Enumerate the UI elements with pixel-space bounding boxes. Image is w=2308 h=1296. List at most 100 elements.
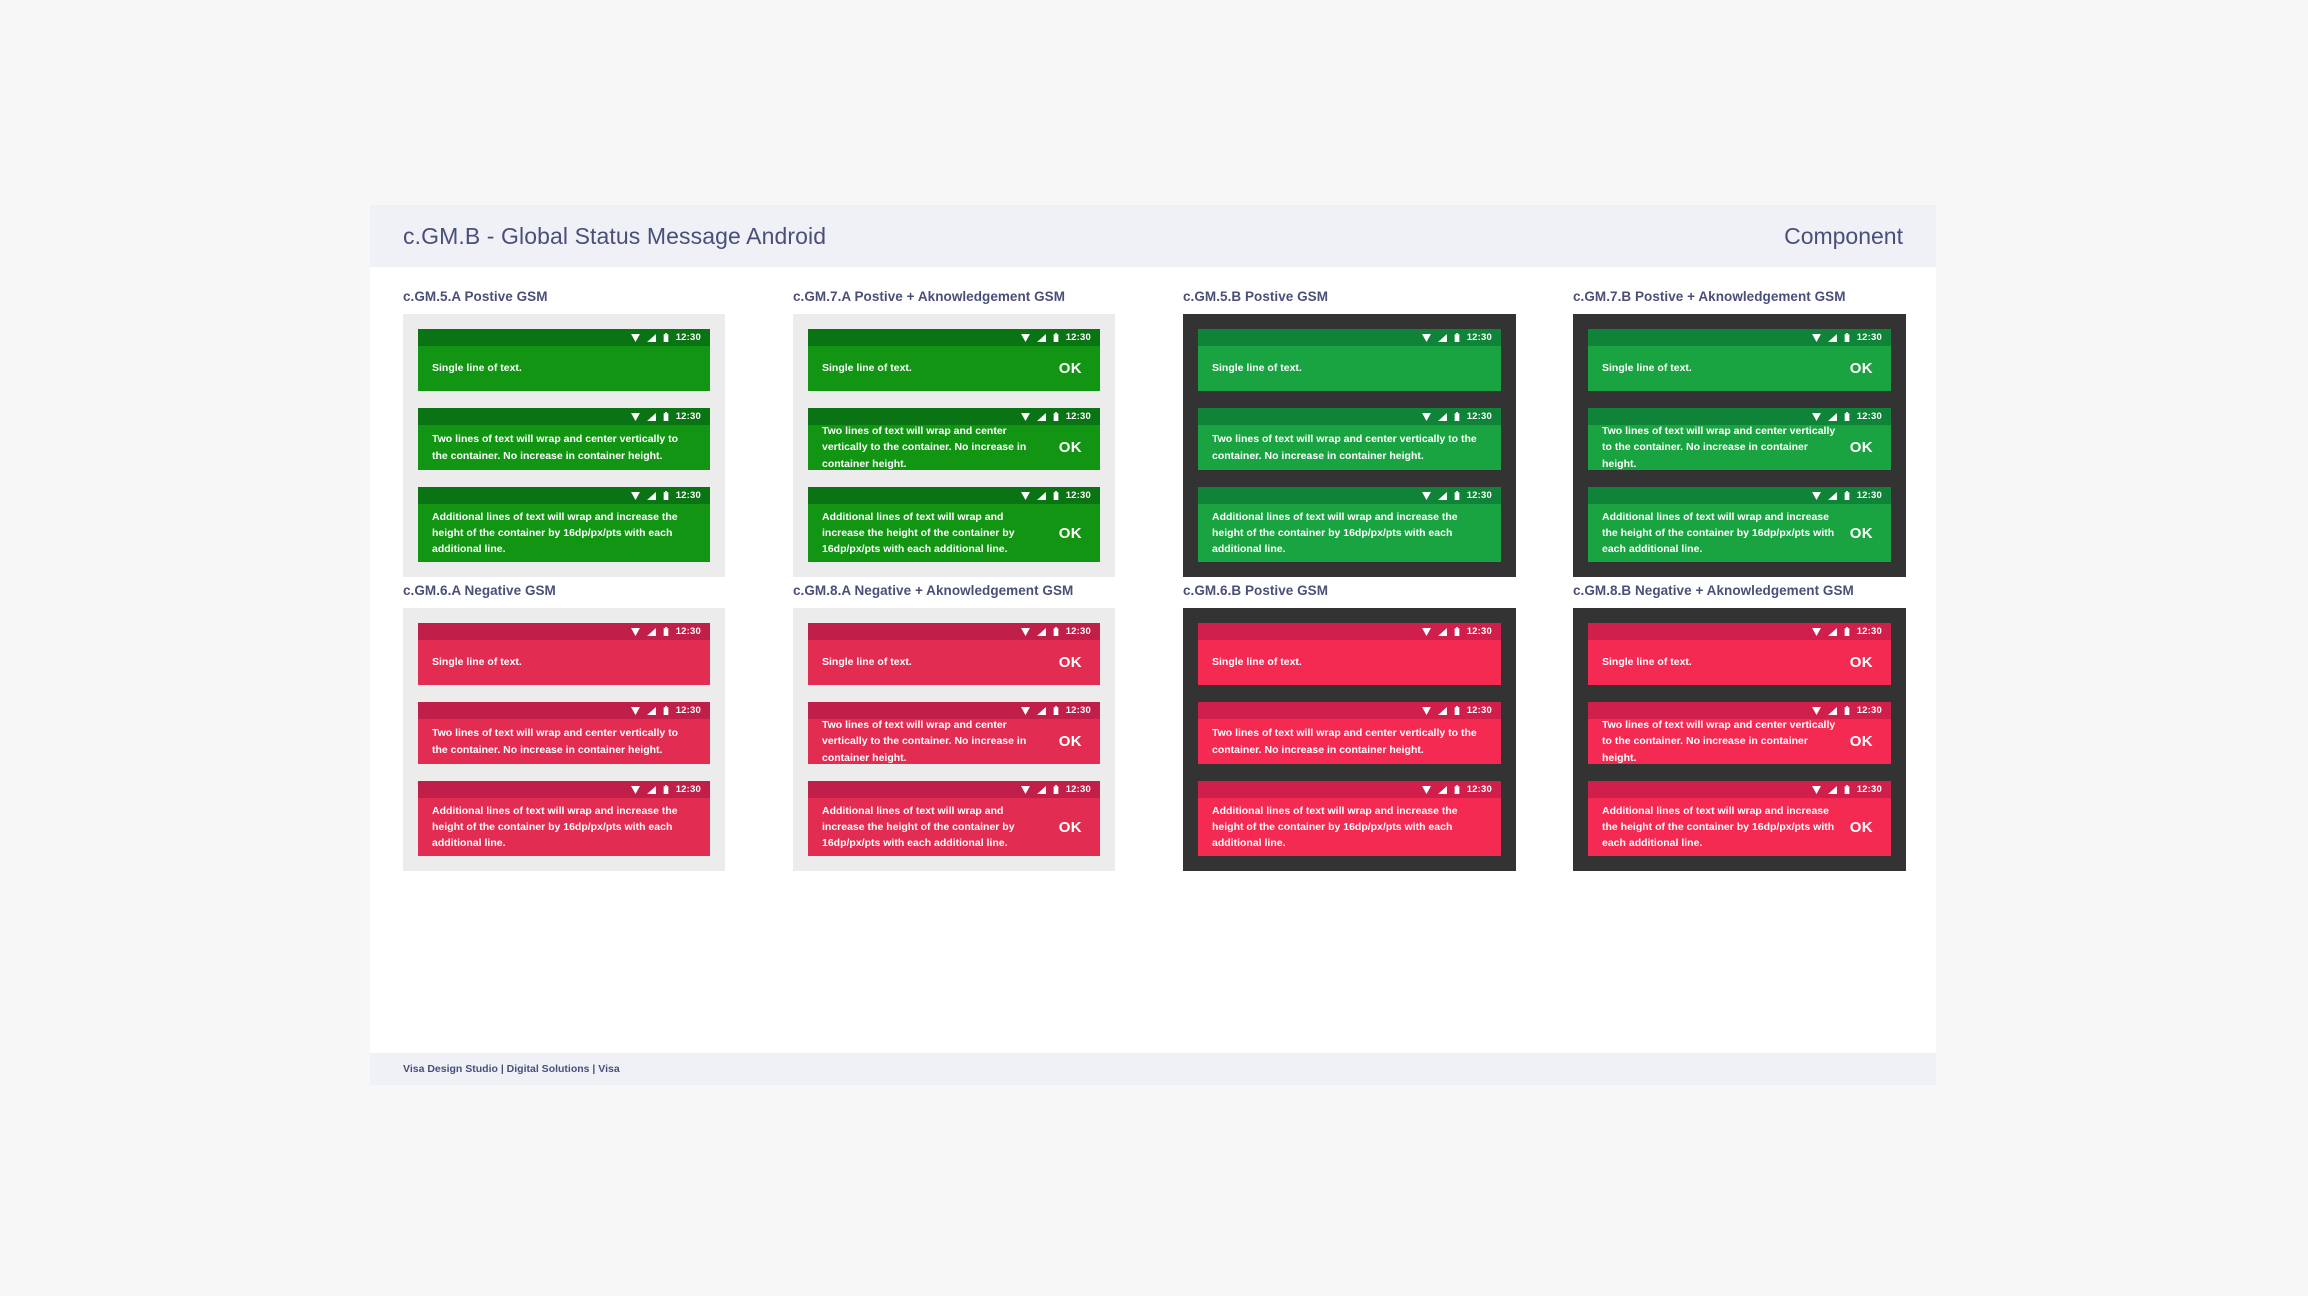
component-stage: 12:30Single line of text.OK12:30Two line… [1573,314,1906,577]
acknowledgement-button[interactable]: OK [1850,654,1877,671]
wifi-icon [1422,334,1431,342]
component-label: c.GM.8.A Negative + Aknowledgement GSM [793,583,1126,598]
status-message: 12:30Two lines of text will wrap and cen… [418,702,710,764]
status-message: 12:30Additional lines of text will wrap … [1588,781,1891,856]
battery-icon [663,706,669,715]
acknowledgement-button[interactable]: OK [1850,819,1877,836]
wifi-icon [1021,334,1030,342]
status-message-text: Additional lines of text will wrap and i… [1212,509,1487,558]
android-status-bar: 12:30 [418,329,710,346]
battery-icon [1053,333,1059,342]
component-column-c-gm-8-b: c.GM.8.B Negative + Aknowledgement GSM 12… [1573,583,1906,871]
component-stage: 12:30Single line of text. 12:30 Two lines … [1183,314,1516,577]
status-message-body: Single line of text.OK [808,346,1100,391]
signal-icon [1037,786,1046,794]
status-message: 12:30 Single line of text.OK [808,329,1100,391]
battery-icon [1844,333,1850,342]
battery-icon [663,785,669,794]
status-message: 12:30Single line of text.OK [1588,329,1891,391]
status-bar-time: 12:30 [1066,332,1091,343]
status-message-text: Additional lines of text will wrap and i… [1212,803,1487,852]
signal-icon [1438,334,1447,342]
status-message: 12:30Additional lines of text will wrap … [418,487,710,562]
acknowledgement-button[interactable]: OK [1059,654,1086,671]
status-message-text: Two lines of text will wrap and center v… [822,423,1059,472]
wifi-icon [631,786,640,794]
status-message-text: Two lines of text will wrap and center v… [1212,725,1487,758]
signal-icon [647,628,656,636]
status-message-body: Additional lines of text will wrap and i… [1198,798,1501,856]
status-message-body: Two lines of text will wrap and center v… [418,425,710,470]
status-message-body: Two lines of text will wrap and center v… [418,719,710,764]
status-bar-time: 12:30 [1467,411,1492,422]
android-status-bar: 12:30 [1198,781,1501,798]
board-footer: Visa Design Studio | Digital Solutions |… [370,1053,1936,1085]
signal-icon [647,492,656,500]
acknowledgement-button[interactable]: OK [1059,733,1086,750]
battery-icon [1053,491,1059,500]
status-message-body: Single line of text. [1198,640,1501,685]
status-bar-time: 12:30 [676,411,701,422]
wifi-icon [1422,707,1431,715]
status-message: 12:30Single line of text. [418,329,710,391]
component-stage: 12:30Single line of text.OK12:30Two line… [793,608,1115,871]
signal-icon [1828,492,1837,500]
signal-icon [647,334,656,342]
battery-icon [663,627,669,636]
signal-icon [1828,786,1837,794]
status-message-text: Two lines of text will wrap and center v… [822,717,1059,766]
acknowledgement-button[interactable]: OK [1059,439,1086,456]
status-bar-time: 12:30 [1467,490,1492,501]
signal-icon [1828,334,1837,342]
component-stage: 12:30Single line of text.12:30Two lines … [403,608,725,871]
battery-icon [1454,785,1460,794]
battery-icon [1454,627,1460,636]
status-message: 12:30Single line of text. [1198,329,1501,391]
battery-icon [1053,785,1059,794]
signal-icon [647,413,656,421]
status-message-text: Additional lines of text will wrap and i… [822,803,1059,852]
wifi-icon [631,334,640,342]
status-message-body: Single line of text.OK [1588,640,1891,685]
wifi-icon [1422,786,1431,794]
wifi-icon [1021,707,1030,715]
status-message-text: Additional lines of text will wrap and i… [432,509,696,558]
signal-icon [647,786,656,794]
wifi-icon [1812,413,1821,421]
board-header: c.GM.B - Global Status Message Android C… [370,205,1936,267]
board-type-label: Component [1784,223,1903,250]
status-message-body: Two lines of text will wrap and center v… [1198,719,1501,764]
status-message-body: Single line of text. [418,640,710,685]
wifi-icon [1422,628,1431,636]
status-message: 12:30Single line of text. [1198,623,1501,685]
status-message: 12:30Additional lines of text will wrap … [808,487,1100,562]
component-stage: 12:30Single line of text. 12:30 Two lines … [1183,608,1516,871]
wifi-icon [1021,628,1030,636]
wifi-icon [1021,786,1030,794]
status-message: 12:30 Additional lines of text will wrap … [1198,487,1501,562]
acknowledgement-button[interactable]: OK [1850,733,1877,750]
status-message-body: Two lines of text will wrap and center v… [1198,425,1501,470]
acknowledgement-button[interactable]: OK [1059,819,1086,836]
battery-icon [1053,412,1059,421]
battery-icon [1454,491,1460,500]
acknowledgement-button[interactable]: OK [1850,360,1877,377]
status-message-body: Single line of text. [418,346,710,391]
component-column-c-gm-7-a: c.GM.7.A Postive + Aknowledgement GSM12:… [793,289,1126,577]
status-bar-time: 12:30 [1066,626,1091,637]
status-message-body: Single line of text.OK [808,640,1100,685]
wifi-icon [1812,492,1821,500]
component-label: c.GM.8.B Negative + Aknowledgement GSM [1573,583,1906,598]
acknowledgement-button[interactable]: OK [1850,439,1877,456]
component-row-negative: c.GM.6.A Negative GSM12:30Single line of… [403,583,1903,871]
signal-icon [1828,628,1837,636]
wifi-icon [631,413,640,421]
wifi-icon [1021,492,1030,500]
acknowledgement-button[interactable]: OK [1059,360,1086,377]
status-bar-time: 12:30 [1857,705,1882,716]
status-message-body: Two lines of text will wrap and center v… [1588,425,1891,470]
acknowledgement-button[interactable]: OK [1059,525,1086,542]
wifi-icon [1021,413,1030,421]
wifi-icon [631,628,640,636]
acknowledgement-button[interactable]: OK [1850,525,1877,542]
